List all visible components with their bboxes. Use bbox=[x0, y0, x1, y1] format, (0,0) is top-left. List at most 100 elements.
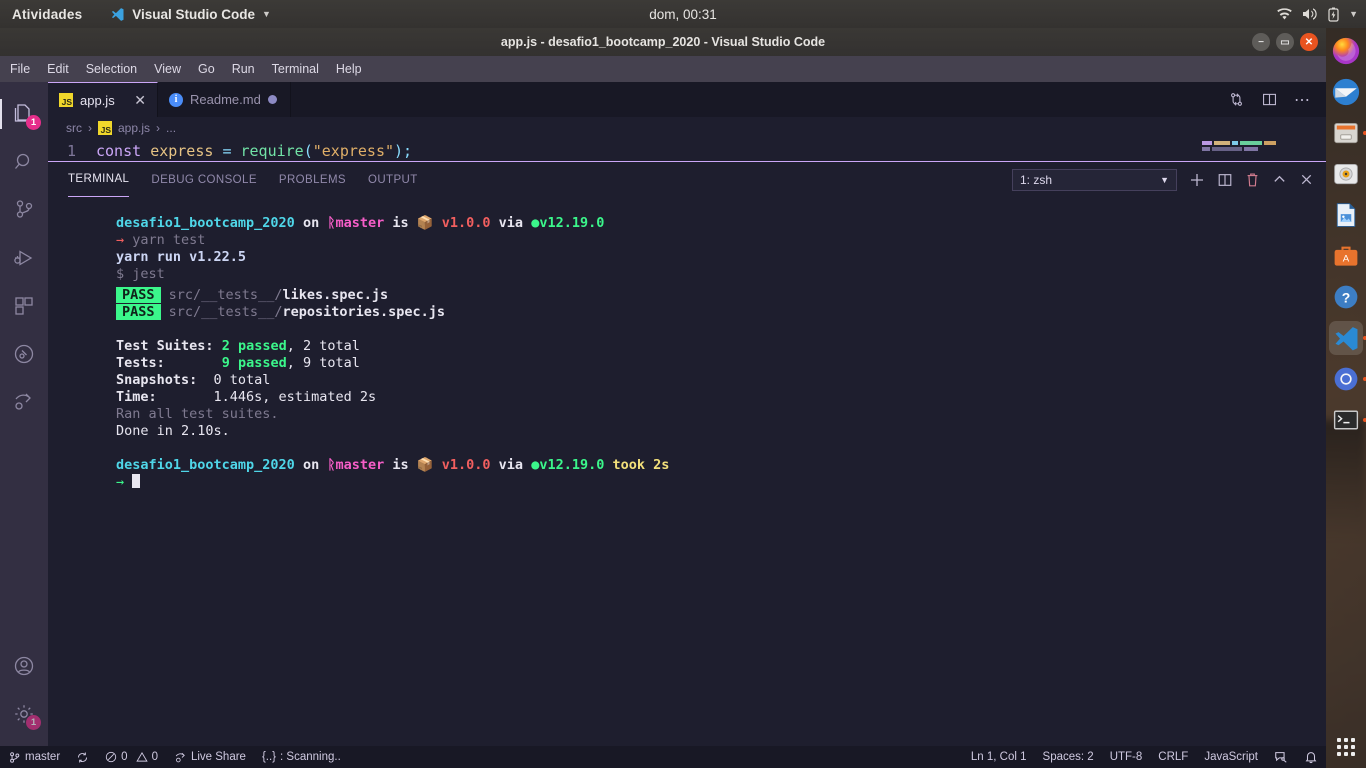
dock-item-terminal[interactable] bbox=[1329, 403, 1366, 437]
status-problems[interactable]: 0 0 bbox=[97, 746, 166, 768]
tab-app-js[interactable]: JS app.js ✕ bbox=[48, 82, 158, 117]
breadcrumb-separator-icon: › bbox=[88, 121, 92, 135]
prompt-node-version: v12.19.0 bbox=[539, 215, 605, 231]
maximize-panel-icon[interactable] bbox=[1272, 172, 1287, 187]
tab-debug-console[interactable]: DEBUG CONSOLE bbox=[151, 162, 257, 197]
active-app-label: Visual Studio Code bbox=[132, 6, 256, 22]
system-tray[interactable]: ▼ bbox=[1277, 7, 1358, 22]
breadcrumb-src[interactable]: src bbox=[66, 121, 82, 135]
new-terminal-icon[interactable] bbox=[1189, 172, 1205, 188]
sidebar-item-search[interactable] bbox=[0, 138, 48, 186]
sidebar-item-run-debug[interactable] bbox=[0, 234, 48, 282]
editor-actions: ⋯ bbox=[1214, 82, 1326, 117]
terminal-pass-row: PASS src/__tests__/likes.spec.js bbox=[116, 287, 1326, 304]
menu-run[interactable]: Run bbox=[232, 62, 255, 76]
vscode-body: 1 1 JS app.js ✕ i Readme.md ⋯ src › JS a… bbox=[0, 82, 1326, 746]
vscode-icon bbox=[110, 7, 125, 22]
menu-selection[interactable]: Selection bbox=[86, 62, 137, 76]
notifications-bell-icon[interactable] bbox=[1296, 746, 1326, 768]
terminal-input-line[interactable]: → bbox=[116, 474, 1326, 491]
tab-output[interactable]: OUTPUT bbox=[368, 162, 418, 197]
dock-item-chromium[interactable] bbox=[1329, 362, 1366, 396]
sidebar-item-gitlens[interactable] bbox=[0, 330, 48, 378]
breadcrumb-file[interactable]: app.js bbox=[118, 121, 150, 135]
dock-item-files[interactable] bbox=[1329, 116, 1366, 150]
close-button[interactable]: ✕ bbox=[1300, 33, 1318, 51]
terminal-output[interactable]: desafio1_bootcamp_2020 on ᚱmaster is 📦 v… bbox=[48, 197, 1326, 746]
show-applications-icon[interactable] bbox=[1337, 738, 1355, 756]
summary-total: , 9 total bbox=[286, 355, 360, 371]
menu-edit[interactable]: Edit bbox=[47, 62, 69, 76]
activities-button[interactable]: Atividades bbox=[12, 7, 82, 22]
dock-item-firefox[interactable] bbox=[1329, 34, 1363, 68]
dock-item-help[interactable]: ? bbox=[1329, 280, 1363, 314]
status-indentation[interactable]: Spaces: 2 bbox=[1035, 746, 1102, 768]
activity-bar: 1 1 bbox=[0, 82, 48, 746]
status-branch[interactable]: master bbox=[0, 746, 68, 768]
summary-label: Tests: bbox=[116, 355, 165, 371]
code-line-1: 1 const express = require("express"); bbox=[48, 139, 1326, 161]
code-token-identifier: express bbox=[150, 142, 223, 160]
code-token-string: "express" bbox=[312, 142, 395, 160]
dock-item-rhythmbox[interactable] bbox=[1329, 157, 1363, 191]
minimap[interactable] bbox=[1202, 139, 1314, 161]
tab-readme-md-label: Readme.md bbox=[190, 92, 261, 107]
menu-view[interactable]: View bbox=[154, 62, 181, 76]
status-scanning[interactable]: {..} : Scanning.. bbox=[254, 746, 349, 768]
dock-item-visual-studio-code[interactable] bbox=[1329, 321, 1366, 355]
sidebar-item-source-control[interactable] bbox=[0, 186, 48, 234]
code-token-paren-open: ( bbox=[303, 142, 313, 160]
menu-file[interactable]: File bbox=[10, 62, 30, 76]
status-branch-label: master bbox=[25, 751, 61, 763]
tab-terminal[interactable]: TERMINAL bbox=[68, 162, 130, 197]
terminal-command-line: → yarn test bbox=[116, 232, 1326, 249]
sidebar-item-extensions[interactable] bbox=[0, 282, 48, 330]
minimize-button[interactable]: − bbox=[1252, 33, 1270, 51]
status-cursor-position[interactable]: Ln 1, Col 1 bbox=[963, 746, 1035, 768]
breadcrumb-more[interactable]: ... bbox=[166, 121, 176, 135]
status-bar-right: Ln 1, Col 1 Spaces: 2 UTF-8 CRLF JavaScr… bbox=[963, 746, 1326, 768]
pass-path: src/__tests__/ bbox=[168, 304, 283, 320]
more-actions-icon[interactable]: ⋯ bbox=[1294, 90, 1312, 110]
terminal-select[interactable]: 1: zsh ▼ bbox=[1012, 168, 1177, 191]
maximize-button[interactable]: ▭ bbox=[1276, 33, 1294, 51]
sidebar-item-live-share[interactable] bbox=[0, 378, 48, 426]
status-sync[interactable] bbox=[68, 746, 97, 768]
prompt-branch: master bbox=[335, 215, 385, 231]
feedback-icon[interactable] bbox=[1266, 746, 1296, 768]
terminal-summary-tests: Tests: 9 passed, 9 total bbox=[116, 355, 1326, 372]
menu-terminal[interactable]: Terminal bbox=[272, 62, 319, 76]
sidebar-item-explorer[interactable]: 1 bbox=[0, 90, 48, 138]
terminal-done: Done in 2.10s. bbox=[116, 423, 230, 439]
kill-terminal-icon[interactable] bbox=[1245, 172, 1260, 188]
split-terminal-icon[interactable] bbox=[1217, 172, 1233, 188]
sidebar-item-settings[interactable]: 1 bbox=[0, 690, 48, 738]
split-compare-icon[interactable] bbox=[1228, 91, 1245, 108]
menu-go[interactable]: Go bbox=[198, 62, 215, 76]
status-language-mode[interactable]: JavaScript bbox=[1196, 746, 1266, 768]
status-warning-count: 0 bbox=[151, 751, 158, 763]
dock-item-libreoffice-writer[interactable] bbox=[1329, 198, 1363, 232]
menu-bar: File Edit Selection View Go Run Terminal… bbox=[0, 56, 1326, 82]
split-editor-icon[interactable] bbox=[1261, 91, 1278, 108]
status-eol[interactable]: CRLF bbox=[1150, 746, 1196, 768]
status-encoding[interactable]: UTF-8 bbox=[1102, 746, 1151, 768]
dock-item-ubuntu-software[interactable]: A bbox=[1329, 239, 1363, 273]
tab-problems[interactable]: PROBLEMS bbox=[279, 162, 346, 197]
tab-close-icon[interactable]: ✕ bbox=[124, 92, 146, 109]
close-panel-icon[interactable] bbox=[1299, 172, 1314, 187]
status-live-share[interactable]: Live Share bbox=[166, 746, 254, 768]
summary-label: Test Suites: bbox=[116, 338, 214, 354]
vscode-window: app.js - desafio1_bootcamp_2020 - Visual… bbox=[0, 28, 1326, 768]
explorer-badge: 1 bbox=[26, 115, 41, 130]
pass-badge: PASS bbox=[116, 287, 161, 303]
status-live-share-label: Live Share bbox=[190, 751, 246, 763]
menu-help[interactable]: Help bbox=[336, 62, 362, 76]
tab-readme-md[interactable]: i Readme.md bbox=[158, 82, 291, 117]
dock-item-thunderbird[interactable] bbox=[1329, 75, 1363, 109]
sidebar-item-accounts[interactable] bbox=[0, 642, 48, 690]
svg-text:A: A bbox=[1343, 254, 1350, 265]
package-icon: 📦 bbox=[416, 457, 434, 473]
active-app-menu[interactable]: Visual Studio Code ▼ bbox=[110, 7, 271, 22]
code-editor[interactable]: 1 const express = require("express"); bbox=[48, 139, 1326, 161]
